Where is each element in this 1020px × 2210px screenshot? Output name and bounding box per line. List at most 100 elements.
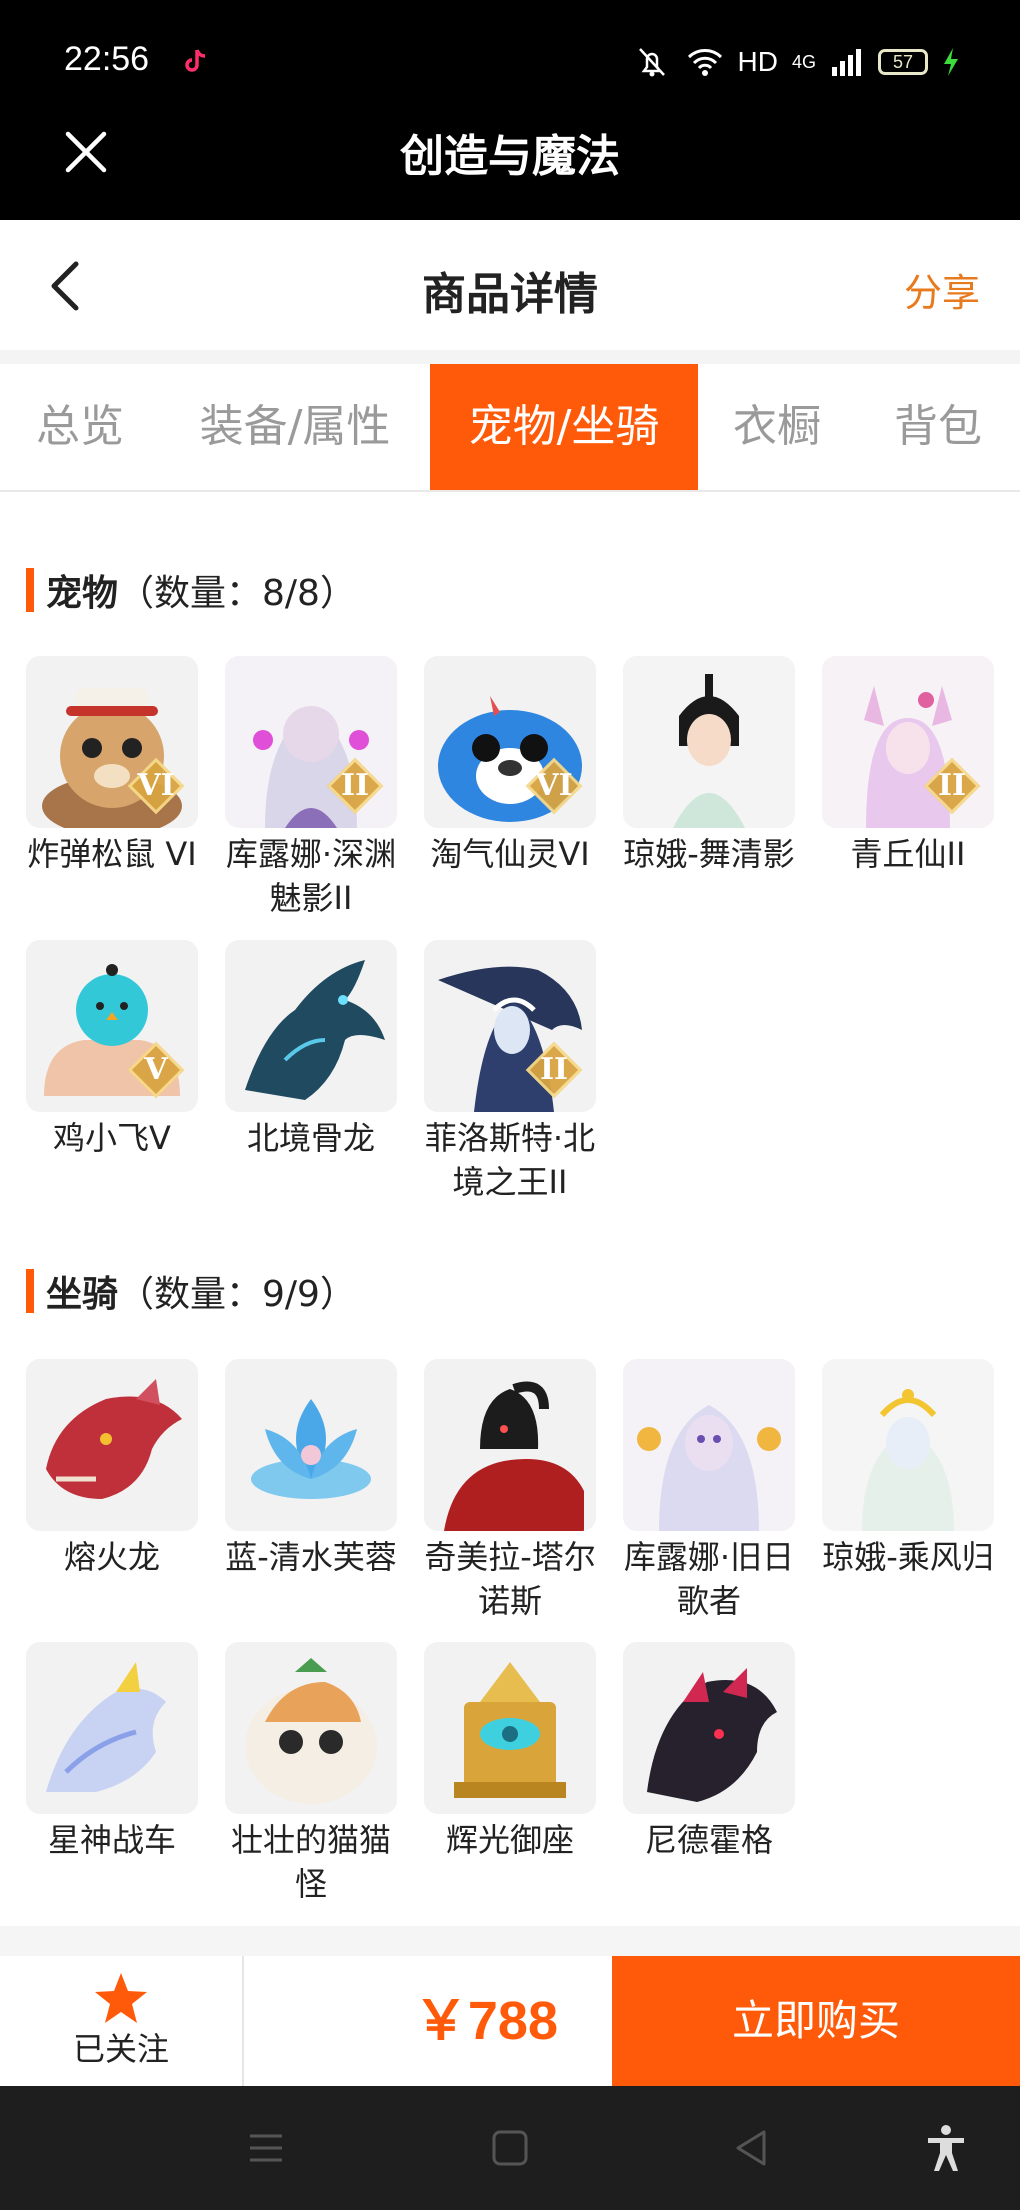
pet-thumbnail: II [424, 940, 596, 1112]
section-count: （数量：9/9） [118, 1274, 356, 1315]
pet-item[interactable]: VI 淘气仙灵VI [424, 656, 596, 876]
section-name: 坐骑 [46, 1274, 119, 1315]
pet-thumbnail: II [225, 656, 397, 828]
mount-item[interactable]: 熔火龙 [26, 1359, 198, 1579]
mount-item[interactable]: 蓝-清水芙蓉 [225, 1359, 397, 1579]
mount-name: 蓝-清水芙蓉 [225, 1538, 397, 1576]
mount-thumbnail [623, 1359, 795, 1531]
divider [0, 1926, 1020, 1956]
lava-dragon-mount-icon [26, 1359, 198, 1531]
mount-thumbnail [225, 1642, 397, 1814]
mount-item[interactable]: 尼德霍格 [623, 1642, 795, 1862]
mount-thumbnail [822, 1359, 994, 1531]
follow-label: 已关注 [72, 2030, 169, 2068]
nidhogg-mount-icon [623, 1642, 795, 1814]
bone-dragon-pet-icon [225, 940, 397, 1112]
chubby-cat-mount-icon [225, 1642, 397, 1814]
system-nav-bar [0, 2086, 1020, 2210]
charging-bolt-icon [944, 48, 958, 76]
mount-thumbnail [424, 1642, 596, 1814]
mount-name: 辉光御座 [445, 1821, 574, 1859]
grade-badge: II [525, 1041, 583, 1099]
tab-backpack[interactable]: 背包 [868, 364, 1008, 490]
action-bar: 已关注 ￥788 立即购买 [0, 1956, 1020, 2086]
pet-name: 青丘仙II [850, 835, 966, 873]
grade-badge: VI [127, 757, 185, 815]
pet-item[interactable]: V 鸡小飞V [26, 940, 198, 1160]
pet-item[interactable]: VI 炸弹松鼠 VI [26, 656, 198, 876]
chimera-mount-icon [424, 1359, 596, 1531]
pet-item[interactable]: 琼娥-舞清影 [623, 656, 795, 876]
grade-badge: V [127, 1041, 185, 1099]
mount-item[interactable]: 奇美拉-塔尔诺斯 [424, 1359, 596, 1623]
mount-name: 库露娜·旧日歌者 [623, 1538, 795, 1620]
pet-thumbnail: II [822, 656, 994, 828]
pet-name: 炸弹松鼠 VI [27, 835, 197, 873]
follow-button[interactable]: 已关注 [0, 1956, 244, 2086]
pet-name: 库露娜·深渊魅影II [225, 835, 397, 917]
star-icon [95, 1973, 147, 2023]
mount-item[interactable]: 辉光御座 [424, 1642, 596, 1862]
wifi-icon [687, 49, 722, 76]
star-chariot-mount-icon [26, 1642, 198, 1814]
menu-icon[interactable] [240, 2122, 292, 2174]
section-name: 宠物 [46, 573, 119, 614]
status-time: 22:56 [64, 40, 150, 78]
pet-name: 菲洛斯特·北境之王II [424, 1119, 596, 1201]
radiant-throne-mount-icon [424, 1642, 596, 1814]
mount-name: 奇美拉-塔尔诺斯 [424, 1538, 596, 1620]
page-title: 商品详情 [422, 269, 598, 320]
pet-item[interactable]: II 菲洛斯特·北境之王II [424, 940, 596, 1204]
pet-name: 北境骨龙 [246, 1119, 375, 1157]
back-icon[interactable] [726, 2122, 778, 2174]
hd-label: HD [737, 46, 778, 77]
page-header: 商品详情 分享 [0, 220, 1020, 350]
mount-item[interactable]: 库露娜·旧日歌者 [623, 1359, 795, 1623]
tab-overview[interactable]: 总览 [0, 364, 160, 490]
network-type: 4G [791, 52, 816, 72]
pet-thumbnail [623, 656, 795, 828]
mount-item[interactable]: 壮壮的猫猫怪 [225, 1642, 397, 1906]
grade-badge: VI [525, 757, 583, 815]
mount-name: 尼德霍格 [644, 1821, 773, 1859]
mounts-section-title: 坐骑 （数量：9/9） [26, 1266, 356, 1316]
qiong-e-dancer-pet-icon [623, 656, 795, 828]
blue-lotus-mount-icon [225, 1359, 397, 1531]
top-bar: 22:56 HD 4G 57 创造与魔法 [0, 0, 1020, 220]
mount-thumbnail [26, 1642, 198, 1814]
pet-item[interactable]: II 库露娜·深渊魅影II [225, 656, 397, 920]
pet-thumbnail [225, 940, 397, 1112]
price: ￥788 [413, 1991, 558, 2051]
share-button[interactable]: 分享 [904, 262, 980, 317]
pet-name: 淘气仙灵VI [430, 835, 590, 873]
mount-name: 壮壮的猫猫怪 [230, 1821, 391, 1903]
tab-pets-mounts[interactable]: 宠物/坐骑 [430, 364, 698, 490]
mount-name: 熔火龙 [63, 1538, 160, 1576]
kuluna-singer-mount-icon [623, 1359, 795, 1531]
mount-thumbnail [424, 1359, 596, 1531]
signal-icon [832, 49, 861, 76]
mount-thumbnail [225, 1359, 397, 1531]
tiktok-icon [185, 49, 206, 72]
app-title: 创造与魔法 [400, 131, 620, 182]
tab-bar: 总览 装备/属性 宠物/坐骑 衣橱 背包 [0, 364, 1020, 492]
section-count: （数量：8/8） [118, 573, 356, 614]
mount-thumbnail [623, 1642, 795, 1814]
buy-now-button[interactable]: 立即购买 [612, 1956, 1020, 2086]
mute-bell-icon [638, 48, 665, 77]
app-bar: 创造与魔法 [0, 110, 1020, 220]
mount-item[interactable]: 琼娥-乘风归 [822, 1359, 994, 1579]
pet-name: 鸡小飞V [53, 1119, 171, 1157]
accessibility-icon[interactable] [920, 2122, 972, 2174]
grade-badge: II [923, 757, 981, 815]
tab-wardrobe[interactable]: 衣橱 [712, 364, 842, 490]
battery-indicator: 57 [878, 49, 928, 75]
mount-item[interactable]: 星神战车 [26, 1642, 198, 1862]
pet-item[interactable]: 北境骨龙 [225, 940, 397, 1160]
mount-name: 星神战车 [47, 1821, 176, 1859]
pet-thumbnail: V [26, 940, 198, 1112]
tab-equipment[interactable]: 装备/属性 [180, 364, 410, 490]
pet-item[interactable]: II 青丘仙II [822, 656, 994, 876]
grade-badge: II [326, 757, 384, 815]
home-icon[interactable] [484, 2122, 536, 2174]
